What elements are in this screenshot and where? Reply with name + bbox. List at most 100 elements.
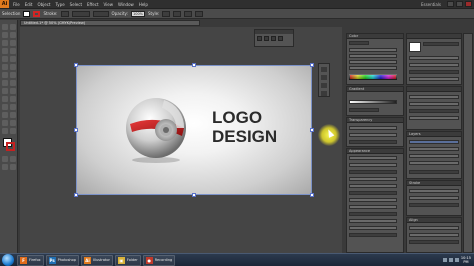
maximize-button[interactable] [456, 1, 463, 7]
menu-type[interactable]: Type [55, 2, 64, 7]
panel-button[interactable] [278, 36, 283, 41]
panel-row[interactable] [409, 56, 459, 60]
rotate-tool-icon[interactable] [2, 72, 8, 78]
lasso-tool-icon[interactable] [10, 32, 16, 38]
scale-tool-icon[interactable] [10, 72, 16, 78]
panel-row[interactable] [349, 170, 397, 174]
workspace-switcher[interactable]: Essentials [421, 2, 441, 7]
menu-window[interactable]: Window [118, 2, 134, 7]
panel-row[interactable] [409, 102, 459, 106]
bounding-box-handle[interactable] [310, 193, 314, 197]
bounding-box-handle[interactable] [192, 193, 196, 197]
panel-row[interactable] [349, 198, 397, 202]
draw-mode-icon[interactable] [2, 164, 8, 170]
panel-row[interactable] [409, 77, 459, 81]
slider[interactable] [349, 60, 397, 64]
bounding-box-handle[interactable] [74, 128, 78, 132]
width-tool-icon[interactable] [2, 80, 8, 86]
magic-wand-tool-icon[interactable] [2, 32, 8, 38]
start-button[interactable] [2, 254, 14, 266]
selection-tool-icon[interactable] [2, 24, 8, 30]
panel-row[interactable] [349, 140, 397, 144]
bounding-box-handle[interactable] [74, 193, 78, 197]
screen-mode-icon[interactable] [10, 164, 16, 170]
stroke-swatch[interactable] [33, 10, 41, 17]
panel-button[interactable] [257, 36, 262, 41]
panel-row[interactable] [409, 95, 459, 99]
bounding-box-handle[interactable] [192, 63, 196, 67]
panel-row[interactable] [349, 212, 397, 216]
panel-row[interactable] [349, 191, 397, 195]
layers-panel-header[interactable]: Layers [407, 132, 461, 137]
color-panel-header[interactable]: Color [347, 34, 403, 39]
eraser-tool-icon[interactable] [10, 64, 16, 70]
panel-row[interactable] [349, 163, 397, 167]
panel-row[interactable] [409, 240, 459, 244]
swatches-panel-header[interactable] [407, 34, 461, 39]
panel-row[interactable] [349, 233, 397, 237]
panel-row[interactable] [409, 196, 459, 200]
tool-button[interactable] [321, 67, 327, 72]
align-panel-header[interactable]: Align [407, 218, 461, 223]
opacity-field[interactable]: 100% [130, 10, 145, 17]
gradient-slider[interactable] [349, 100, 397, 104]
fill-swatch[interactable] [23, 10, 31, 17]
panel-row[interactable] [349, 226, 397, 230]
layer-row[interactable] [409, 154, 459, 158]
graph-tool-icon[interactable] [10, 112, 16, 118]
panel-row[interactable] [409, 170, 459, 174]
logo-text[interactable]: LOGO DESIGN [212, 108, 277, 146]
variable-width-dropdown[interactable] [71, 10, 90, 17]
appearance-panel-header[interactable]: Appearance [347, 149, 403, 154]
panel-row[interactable] [409, 109, 459, 113]
panel-row[interactable] [409, 116, 459, 120]
menu-view[interactable]: View [104, 2, 114, 7]
panel-row[interactable] [409, 203, 459, 207]
artboard-tool-icon[interactable] [2, 120, 8, 126]
tool-button[interactable] [321, 91, 327, 96]
clock[interactable]: 10:15 PM [461, 256, 471, 264]
menu-select[interactable]: Select [70, 2, 82, 7]
battery-icon[interactable] [454, 258, 459, 262]
panel-row[interactable] [349, 156, 397, 160]
bounding-box-handle[interactable] [74, 63, 78, 67]
direct-selection-tool-icon[interactable] [10, 24, 16, 30]
panel-row[interactable] [409, 70, 459, 74]
logo-sphere-graphic[interactable] [120, 94, 192, 166]
layer-row[interactable] [409, 140, 459, 144]
brushes-panel-header[interactable] [407, 87, 461, 92]
type-tool-icon[interactable] [10, 40, 16, 46]
taskbar-item-firefox[interactable]: F Firefox [17, 254, 44, 266]
transparency-panel-header[interactable]: Transparency [347, 118, 403, 123]
panel-row[interactable] [409, 63, 459, 67]
panel-row[interactable] [349, 108, 379, 112]
panel-row[interactable] [409, 189, 459, 193]
tool-button[interactable] [321, 75, 327, 80]
panel-row[interactable] [349, 219, 397, 223]
panel-button[interactable] [271, 36, 276, 41]
hand-tool-icon[interactable] [2, 128, 8, 134]
slider[interactable] [349, 66, 397, 70]
shape-builder-tool-icon[interactable] [2, 88, 8, 94]
slider[interactable] [349, 48, 397, 52]
volume-icon[interactable] [448, 258, 453, 262]
line-tool-icon[interactable] [2, 48, 8, 54]
panel-button[interactable] [264, 36, 269, 41]
pencil-tool-icon[interactable] [10, 56, 16, 62]
menu-file[interactable]: File [13, 2, 20, 7]
rectangle-tool-icon[interactable] [10, 48, 16, 54]
layer-row[interactable] [409, 161, 459, 165]
pen-tool-icon[interactable] [2, 40, 8, 46]
menu-effect[interactable]: Effect [87, 2, 99, 7]
graphic-style-dropdown[interactable] [162, 10, 171, 17]
blob-brush-tool-icon[interactable] [2, 64, 8, 70]
bounding-box-handle[interactable] [310, 63, 314, 67]
swatch-row[interactable] [409, 42, 421, 52]
brush-dropdown[interactable] [92, 10, 109, 17]
stroke-panel-header[interactable]: Stroke [407, 181, 461, 186]
panel-row[interactable] [349, 205, 397, 209]
network-icon[interactable] [442, 258, 447, 262]
free-transform-tool-icon[interactable] [10, 80, 16, 86]
taskbar-item-illustrator[interactable]: Ai Illustrator [80, 254, 113, 266]
perspective-grid-tool-icon[interactable] [10, 88, 16, 94]
